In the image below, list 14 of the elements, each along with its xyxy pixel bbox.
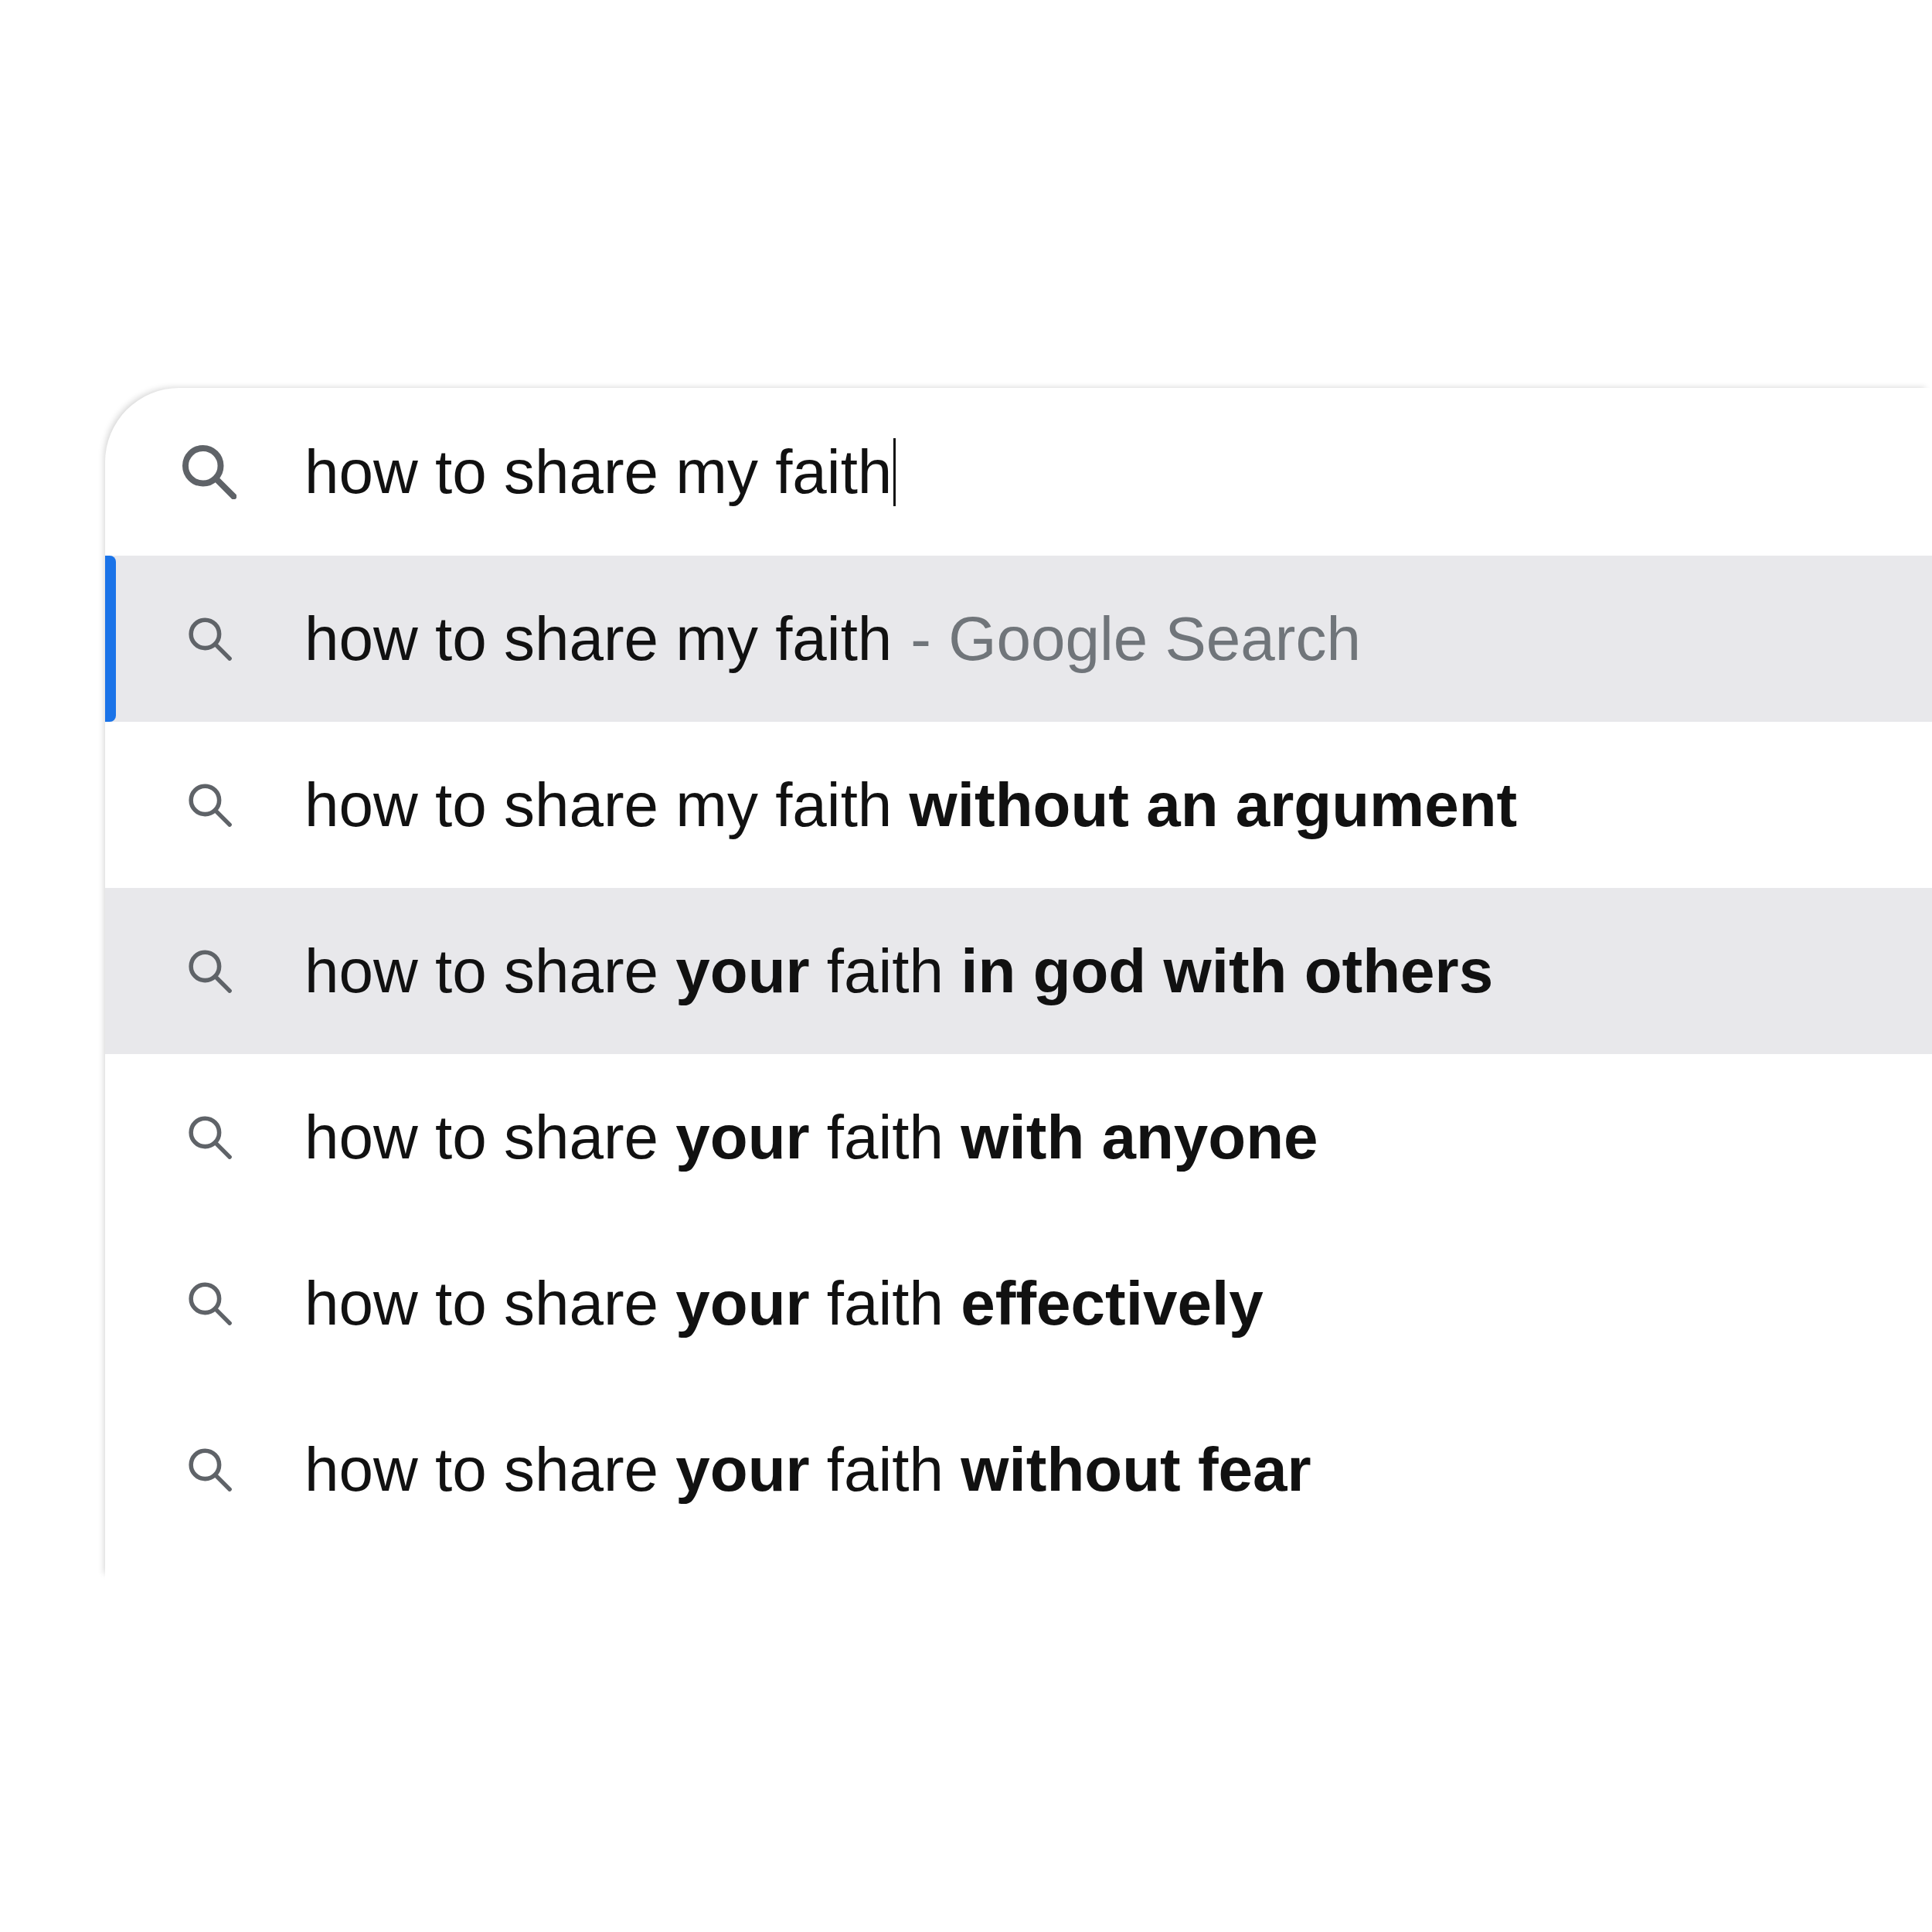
suggestion-item[interactable]: how to share your faith in god with others xyxy=(105,888,1932,1054)
search-icon xyxy=(189,949,232,993)
suggestion-item[interactable]: how to share your faith effectively xyxy=(105,1220,1932,1386)
search-icon xyxy=(189,1281,232,1325)
search-field[interactable]: how to share my faith xyxy=(105,388,1932,556)
search-icon xyxy=(182,444,236,499)
suggestion-item[interactable]: how to share my faith without an argument xyxy=(105,722,1932,888)
search-icon xyxy=(189,617,232,661)
suggestion-item[interactable]: how to share my faith - Google Search xyxy=(105,556,1932,722)
search-icon xyxy=(189,1447,232,1492)
search-icon xyxy=(189,783,232,827)
search-icon xyxy=(189,1115,232,1159)
suggestion-item[interactable]: how to share your faith with anyone xyxy=(105,1054,1932,1220)
suggestion-item[interactable]: how to share your faith without fear xyxy=(105,1386,1932,1553)
